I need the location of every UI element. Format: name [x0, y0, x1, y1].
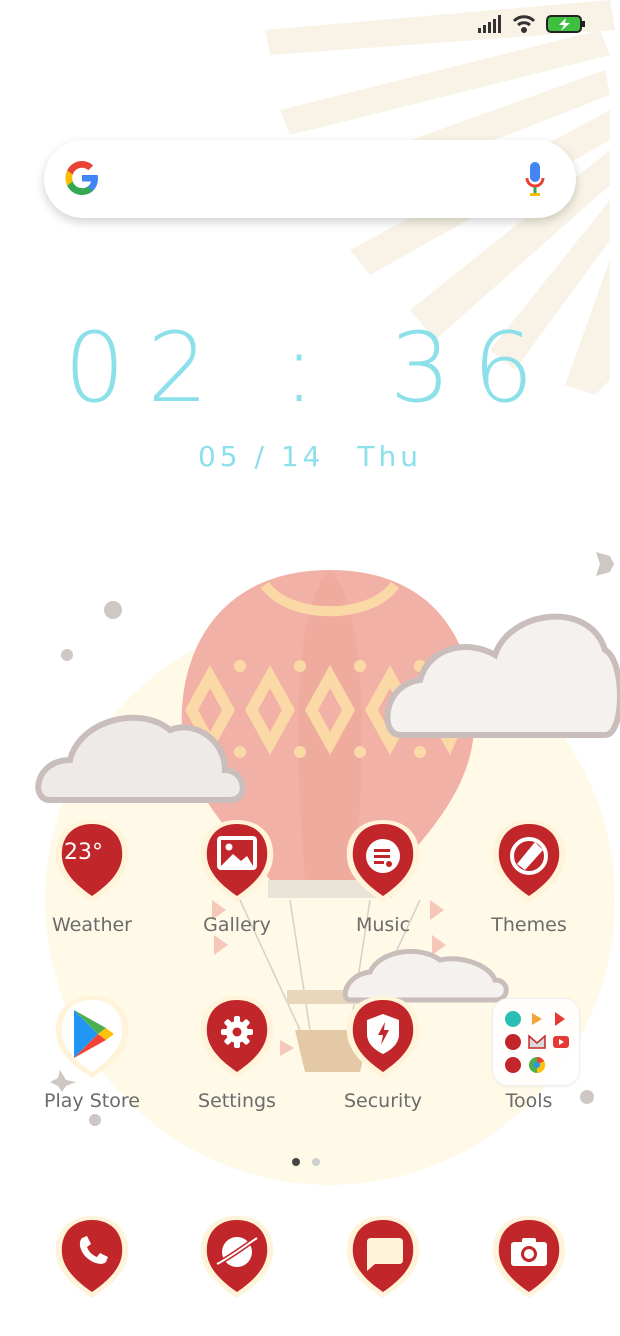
camera-icon — [492, 1216, 566, 1298]
app-label: Gallery — [203, 914, 271, 936]
day-text: Thu — [357, 440, 422, 473]
shield-icon — [346, 996, 420, 1078]
dock-messages[interactable] — [313, 1214, 453, 1314]
clock-time[interactable]: 02 : 36 — [0, 312, 620, 424]
phone-icon — [55, 1216, 129, 1298]
app-label: Settings — [198, 1090, 276, 1112]
messages-icon — [346, 1216, 420, 1298]
themes-icon — [492, 820, 566, 902]
app-gallery[interactable]: Gallery — [167, 818, 307, 968]
app-weather[interactable]: 23° Weather — [22, 818, 162, 968]
app-settings[interactable]: Settings — [167, 994, 307, 1144]
folder-icon — [492, 998, 580, 1086]
gear-icon — [200, 996, 274, 1078]
page-indicator — [292, 1158, 320, 1166]
wifi-icon — [512, 15, 536, 33]
app-play-store[interactable]: Play Store — [22, 994, 162, 1144]
page-dot-active[interactable] — [292, 1158, 300, 1166]
dock-camera[interactable] — [459, 1214, 599, 1314]
app-folder-tools[interactable]: Tools — [459, 994, 599, 1144]
music-icon — [346, 820, 420, 902]
microphone-icon[interactable] — [524, 160, 546, 200]
app-security[interactable]: Security — [313, 994, 453, 1144]
play-store-icon — [55, 996, 129, 1078]
app-themes[interactable]: Themes — [459, 818, 599, 968]
browser-icon — [200, 1216, 274, 1298]
google-search-bar[interactable] — [44, 140, 576, 218]
battery-charging-icon — [546, 15, 585, 33]
folder-mini-icons — [505, 1011, 569, 1074]
app-label: Security — [343, 1090, 423, 1112]
clock-date[interactable]: 05 / 14 Thu — [0, 440, 620, 473]
page-dot[interactable] — [312, 1158, 320, 1166]
app-label: Tools — [505, 1090, 553, 1112]
dock-phone[interactable] — [22, 1214, 162, 1314]
weather-temperature: 23° — [64, 840, 103, 865]
dock-browser[interactable] — [167, 1214, 307, 1314]
app-label: Music — [355, 914, 411, 936]
signal-icon — [478, 15, 501, 33]
app-label: Themes — [491, 914, 567, 936]
google-logo-icon — [65, 161, 98, 195]
gallery-icon — [200, 820, 274, 902]
app-label: Play Store — [44, 1090, 140, 1112]
app-label: Weather — [52, 914, 132, 936]
app-music[interactable]: Music — [313, 818, 453, 968]
date-text: 05 / 14 — [197, 440, 325, 473]
status-bar — [478, 14, 586, 34]
